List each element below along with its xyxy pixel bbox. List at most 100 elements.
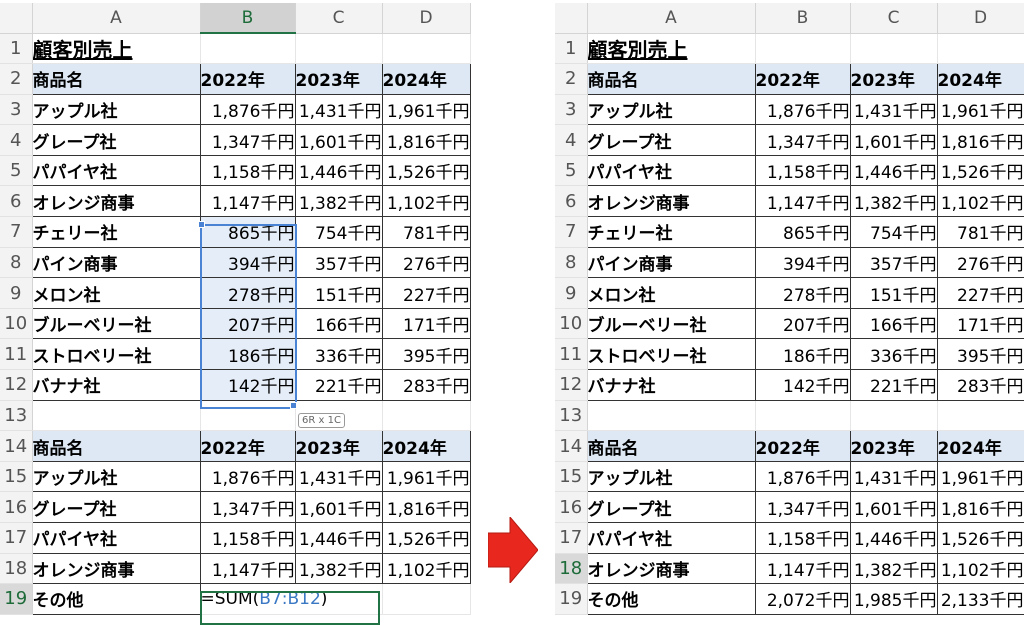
customer-name-cell[interactable]: オレンジ商事 xyxy=(31,185,201,218)
sales-value-cell[interactable]: 1,347千円 xyxy=(199,491,296,523)
row-header-8[interactable]: 8 xyxy=(555,247,588,279)
cell[interactable] xyxy=(755,400,851,432)
row-header-16[interactable]: 16 xyxy=(555,491,588,523)
sales-value-cell[interactable]: 336千円 xyxy=(849,338,938,371)
sales-value-cell[interactable]: 1,526千円 xyxy=(381,522,471,554)
sales-value-cell[interactable]: 171千円 xyxy=(381,307,471,340)
cell[interactable] xyxy=(937,400,1024,432)
sales-value-cell[interactable]: 1,382千円 xyxy=(849,552,938,585)
sales-value-cell[interactable]: 1,382千円 xyxy=(849,185,938,218)
cell[interactable] xyxy=(382,400,471,432)
header-cell[interactable]: 2022年 xyxy=(754,430,851,462)
sheet-title[interactable]: 顧客別売上 xyxy=(32,33,201,65)
header-cell[interactable]: 2023年 xyxy=(294,63,383,95)
row-header-19[interactable]: 19 xyxy=(555,583,588,615)
sales-value-cell[interactable]: 1,816千円 xyxy=(936,124,1024,156)
sales-value-cell[interactable]: 2,072千円 xyxy=(754,583,851,615)
row-header-14[interactable]: 14 xyxy=(555,430,588,462)
sales-value-cell[interactable]: 1,431千円 xyxy=(849,460,938,493)
cell[interactable] xyxy=(755,33,851,65)
row-header-11[interactable]: 11 xyxy=(0,338,33,371)
sales-value-cell[interactable]: 1,526千円 xyxy=(936,522,1024,554)
sales-value-cell[interactable]: 357千円 xyxy=(849,246,938,279)
sales-value-cell[interactable]: 207千円 xyxy=(199,307,296,340)
column-header-c[interactable]: C xyxy=(295,3,383,34)
sales-value-cell[interactable]: 395千円 xyxy=(381,338,471,371)
sales-value-cell[interactable]: 1,526千円 xyxy=(936,154,1024,187)
sales-value-cell[interactable]: 1,102千円 xyxy=(936,185,1024,218)
sales-value-cell[interactable]: 278千円 xyxy=(754,277,851,309)
sales-value-cell[interactable]: 1,382千円 xyxy=(294,552,383,585)
header-cell[interactable]: 2022年 xyxy=(754,63,851,95)
sales-value-cell[interactable]: 1,102千円 xyxy=(381,552,471,585)
customer-name-cell[interactable]: オレンジ商事 xyxy=(31,552,201,585)
customer-name-cell[interactable]: オレンジ商事 xyxy=(586,552,756,585)
row-header-5[interactable]: 5 xyxy=(0,155,33,187)
customer-name-cell[interactable]: バナナ社 xyxy=(31,369,201,401)
sales-value-cell[interactable]: 1,876千円 xyxy=(754,460,851,493)
sales-value-cell[interactable]: 142千円 xyxy=(199,369,296,401)
other-label-cell[interactable]: その他 xyxy=(31,583,201,615)
sales-value-cell[interactable]: 227千円 xyxy=(936,277,1024,309)
customer-name-cell[interactable]: パイン商事 xyxy=(31,246,201,279)
row-header-2[interactable]: 2 xyxy=(0,63,33,95)
sales-value-cell[interactable]: 1,158千円 xyxy=(199,522,296,554)
column-header-d[interactable]: D xyxy=(937,3,1024,34)
header-cell[interactable]: 2024年 xyxy=(381,430,471,462)
select-all-corner[interactable] xyxy=(0,3,33,34)
row-header-3[interactable]: 3 xyxy=(555,94,588,126)
column-header-b[interactable]: B xyxy=(200,3,296,34)
row-header-4[interactable]: 4 xyxy=(555,124,588,156)
row-header-12[interactable]: 12 xyxy=(555,369,588,401)
sales-value-cell[interactable]: 283千円 xyxy=(381,369,471,401)
header-cell[interactable]: 2023年 xyxy=(294,430,383,462)
row-header-18[interactable]: 18 xyxy=(0,553,33,585)
sales-value-cell[interactable]: 186千円 xyxy=(754,338,851,371)
row-header-8[interactable]: 8 xyxy=(0,247,33,279)
cell[interactable] xyxy=(850,33,938,65)
sales-value-cell[interactable]: 186千円 xyxy=(199,338,296,371)
row-header-2[interactable]: 2 xyxy=(555,63,588,95)
row-header-1[interactable]: 1 xyxy=(0,33,33,65)
sales-value-cell[interactable]: 166千円 xyxy=(849,307,938,340)
sales-value-cell[interactable]: 278千円 xyxy=(199,277,296,309)
customer-name-cell[interactable]: パパイヤ社 xyxy=(586,522,756,554)
header-cell[interactable]: 2023年 xyxy=(849,63,938,95)
customer-name-cell[interactable]: アップル社 xyxy=(586,93,756,126)
sales-value-cell[interactable]: 1,601千円 xyxy=(294,124,383,156)
customer-name-cell[interactable]: オレンジ商事 xyxy=(586,185,756,218)
header-cell[interactable]: 商品名 xyxy=(31,63,201,95)
sales-value-cell[interactable]: 1,601千円 xyxy=(849,491,938,523)
row-header-15[interactable]: 15 xyxy=(555,461,588,493)
sales-value-cell[interactable]: 1,102千円 xyxy=(381,185,471,218)
sales-value-cell[interactable]: 1,816千円 xyxy=(936,491,1024,523)
customer-name-cell[interactable]: グレープ社 xyxy=(586,491,756,523)
sales-value-cell[interactable]: 1,446千円 xyxy=(294,522,383,554)
header-cell[interactable]: 2022年 xyxy=(199,63,296,95)
sales-value-cell[interactable]: 1,147千円 xyxy=(199,185,296,218)
header-cell[interactable]: 商品名 xyxy=(31,430,201,462)
sales-value-cell[interactable]: 1,601千円 xyxy=(294,491,383,523)
row-header-6[interactable]: 6 xyxy=(0,185,33,218)
row-header-9[interactable]: 9 xyxy=(555,277,588,309)
sales-value-cell[interactable]: 1,382千円 xyxy=(294,185,383,218)
row-header-1[interactable]: 1 xyxy=(555,33,588,65)
column-header-a[interactable]: A xyxy=(587,3,756,34)
sales-value-cell[interactable]: 1,158千円 xyxy=(754,522,851,554)
select-all-corner[interactable] xyxy=(555,3,588,34)
sales-value-cell[interactable]: 1,147千円 xyxy=(754,552,851,585)
sales-value-cell[interactable]: 781千円 xyxy=(936,216,1024,248)
row-header-11[interactable]: 11 xyxy=(555,338,588,371)
sheet-title[interactable]: 顧客別売上 xyxy=(587,33,756,65)
sales-value-cell[interactable]: 151千円 xyxy=(294,277,383,309)
sales-value-cell[interactable]: 1,102千円 xyxy=(936,552,1024,585)
row-header-17[interactable]: 17 xyxy=(555,522,588,554)
customer-name-cell[interactable]: ストロベリー社 xyxy=(31,338,201,371)
sales-value-cell[interactable]: 1,446千円 xyxy=(294,154,383,187)
sales-value-cell[interactable]: 1,876千円 xyxy=(199,93,296,126)
sales-value-cell[interactable]: 166千円 xyxy=(294,307,383,340)
row-header-10[interactable]: 10 xyxy=(0,308,33,340)
cell[interactable] xyxy=(32,400,201,432)
sales-value-cell[interactable]: 1,158千円 xyxy=(199,154,296,187)
row-header-15[interactable]: 15 xyxy=(0,461,33,493)
